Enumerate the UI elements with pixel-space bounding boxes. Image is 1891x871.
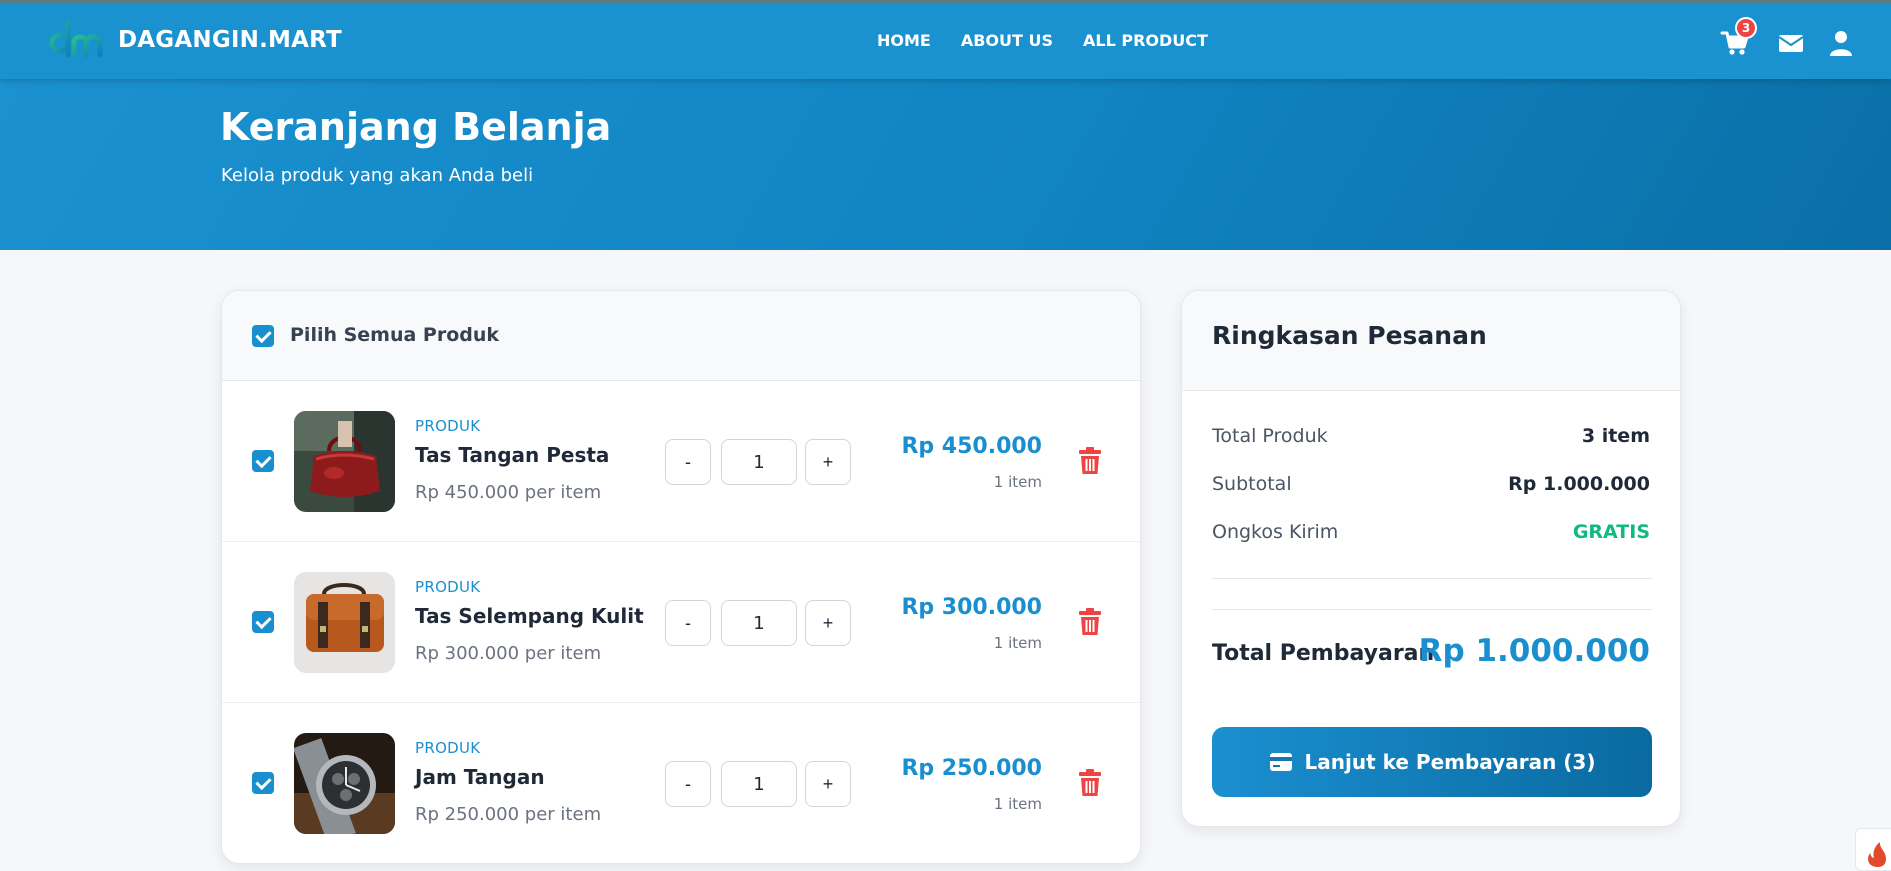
summary-value-subtotal: Rp 1.000.000 xyxy=(1508,473,1650,495)
trash-icon[interactable] xyxy=(1078,769,1102,797)
item-checkbox[interactable] xyxy=(252,772,274,794)
qty-increase-button[interactable]: + xyxy=(805,600,851,646)
nav-all-product-link[interactable]: ALL PRODUCT xyxy=(1083,31,1208,50)
trash-icon[interactable] xyxy=(1078,608,1102,636)
trash-icon[interactable] xyxy=(1078,447,1102,475)
summary-divider xyxy=(1212,578,1652,579)
flame-icon xyxy=(1868,842,1886,867)
select-all-checkbox[interactable] xyxy=(252,325,274,347)
cart-item-row: PRODUK Jam Tangan Rp 250.000 per item - … xyxy=(222,703,1140,863)
user-icon[interactable] xyxy=(1826,29,1856,57)
mail-icon[interactable] xyxy=(1776,29,1806,57)
cart-items-card: Pilih Semua Produk PRODUK Tas Tangan Pes… xyxy=(221,290,1141,864)
floating-widget[interactable] xyxy=(1855,828,1891,871)
qty-input[interactable] xyxy=(721,761,797,807)
page-hero: Keranjang Belanja Kelola produk yang aka… xyxy=(0,79,1891,250)
summary-header: Ringkasan Pesanan xyxy=(1182,291,1680,391)
checkout-button[interactable]: Lanjut ke Pembayaran (3) xyxy=(1212,727,1652,797)
cart-item-row: PRODUK Tas Selempang Kulit Rp 300.000 pe… xyxy=(222,542,1140,703)
summary-value-total-products: 3 item xyxy=(1581,425,1650,447)
qty-decrease-button[interactable]: - xyxy=(665,761,711,807)
summary-value-shipping: GRATIS xyxy=(1572,521,1650,543)
cart-count-badge: 3 xyxy=(1735,17,1757,39)
total-payment-label: Total Pembayaran xyxy=(1212,641,1435,666)
select-all-label[interactable]: Pilih Semua Produk xyxy=(290,324,499,346)
credit-card-icon xyxy=(1269,753,1292,771)
item-category: PRODUK xyxy=(415,578,481,596)
qty-input[interactable] xyxy=(721,439,797,485)
item-total-price: Rp 450.000 xyxy=(901,434,1042,459)
cart-header: Pilih Semua Produk xyxy=(222,291,1140,381)
checkout-button-label: Lanjut ke Pembayaran (3) xyxy=(1304,750,1596,774)
item-qty-text: 1 item xyxy=(993,795,1042,813)
dm-logo-icon[interactable] xyxy=(48,19,106,65)
item-name[interactable]: Jam Tangan xyxy=(415,765,545,789)
nav-about-link[interactable]: ABOUT US xyxy=(961,31,1053,50)
item-unit-price: Rp 250.000 per item xyxy=(415,804,602,825)
item-name[interactable]: Tas Tangan Pesta xyxy=(415,443,609,467)
summary-title: Ringkasan Pesanan xyxy=(1212,321,1487,350)
item-checkbox[interactable] xyxy=(252,450,274,472)
main-nav: HOME ABOUT US ALL PRODUCT xyxy=(877,31,1238,50)
qty-input[interactable] xyxy=(721,600,797,646)
order-summary-card: Ringkasan Pesanan Total Produk 3 item Su… xyxy=(1181,290,1681,827)
item-qty-text: 1 item xyxy=(993,473,1042,491)
item-qty-text: 1 item xyxy=(993,634,1042,652)
summary-label-subtotal: Subtotal xyxy=(1212,473,1292,495)
summary-label-total-products: Total Produk xyxy=(1212,425,1328,447)
nav-home-link[interactable]: HOME xyxy=(877,31,931,50)
item-checkbox[interactable] xyxy=(252,611,274,633)
top-navbar: DAGANGIN.MART HOME ABOUT US ALL PRODUCT … xyxy=(0,3,1891,79)
cart-item-row: PRODUK Tas Tangan Pesta Rp 450.000 per i… xyxy=(222,381,1140,542)
brand-name[interactable]: DAGANGIN.MART xyxy=(118,27,342,53)
item-name[interactable]: Tas Selempang Kulit xyxy=(415,604,644,628)
page-subtitle: Kelola produk yang akan Anda beli xyxy=(221,165,534,186)
qty-increase-button[interactable]: + xyxy=(805,439,851,485)
item-unit-price: Rp 450.000 per item xyxy=(415,482,602,503)
product-image-handbag[interactable] xyxy=(294,411,395,512)
page-title: Keranjang Belanja xyxy=(220,105,612,149)
item-unit-price: Rp 300.000 per item xyxy=(415,643,602,664)
item-category: PRODUK xyxy=(415,417,481,435)
qty-decrease-button[interactable]: - xyxy=(665,600,711,646)
product-image-leather-bag[interactable] xyxy=(294,572,395,673)
product-image-watch[interactable] xyxy=(294,733,395,834)
summary-label-shipping: Ongkos Kirim xyxy=(1212,521,1339,543)
summary-divider xyxy=(1212,609,1652,610)
item-total-price: Rp 250.000 xyxy=(901,756,1042,781)
item-total-price: Rp 300.000 xyxy=(901,595,1042,620)
total-payment-value: Rp 1.000.000 xyxy=(1418,633,1650,669)
item-category: PRODUK xyxy=(415,739,481,757)
qty-decrease-button[interactable]: - xyxy=(665,439,711,485)
qty-increase-button[interactable]: + xyxy=(805,761,851,807)
